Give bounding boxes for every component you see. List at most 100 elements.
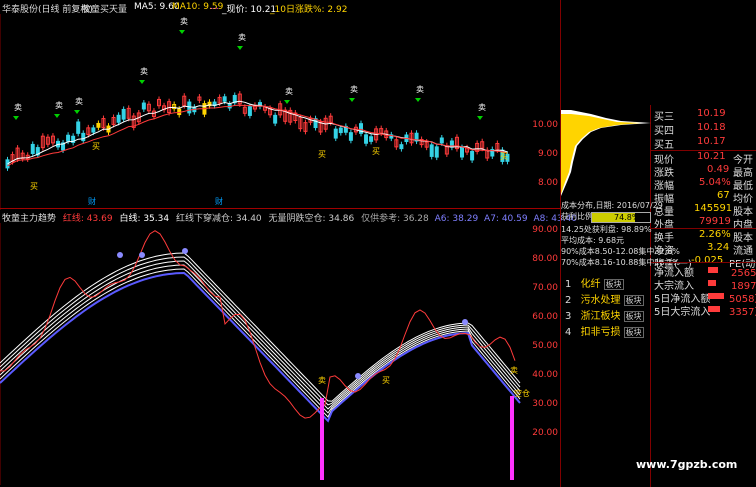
sell-marker: 卖	[285, 87, 293, 96]
value-tick: 40.00	[532, 370, 558, 380]
candle-body	[81, 132, 86, 142]
value-tick: 60.00	[532, 312, 558, 322]
flow-row: 净流入额2565万	[654, 267, 756, 279]
flow-row: 5日大宗流入3357万	[654, 306, 756, 318]
main-price-axis: 10.00 9.00 8.00	[520, 14, 560, 210]
down-arrow	[415, 98, 421, 102]
watermark: www.7gpzb.com	[636, 458, 738, 471]
value-tick: 50.00	[532, 341, 558, 351]
sell-marker: 卖	[14, 103, 22, 112]
signal-bar	[510, 396, 514, 480]
chip-profit-row: 获利比例: 74.8%	[561, 211, 651, 223]
red-line	[0, 230, 516, 419]
sector-item[interactable]: 2 污水处理 板块	[565, 291, 644, 306]
sector-item[interactable]: 3 浙江板块 板块	[565, 307, 644, 322]
sell-marker: 卖	[140, 67, 148, 76]
profit-value: 74.8%	[614, 213, 640, 222]
sell-marker: 卖	[510, 366, 518, 375]
candle-body	[247, 106, 252, 116]
candle-body	[333, 128, 338, 139]
value-tick: 70.00	[532, 283, 558, 293]
candle-body	[429, 144, 434, 157]
price-tick: 8.00	[537, 178, 558, 188]
down-arrow	[139, 80, 145, 84]
chip-distribution-chart	[561, 110, 651, 196]
value-tick: 80.00	[532, 254, 558, 264]
chip-title: 成本分布,日期: 2016/07/29	[561, 201, 663, 210]
candle-body	[30, 143, 35, 154]
candle-body	[141, 102, 146, 110]
down-arrow	[74, 110, 80, 114]
candle-body	[460, 147, 464, 158]
sell-marker: 卖	[180, 17, 188, 26]
candle-body	[348, 132, 353, 141]
down-arrow	[13, 116, 19, 120]
trend-indicator-chart[interactable]: 卖买卖空仓	[0, 223, 560, 485]
quote-row: 净资 3.24 流通	[654, 242, 753, 257]
candle-body	[187, 101, 192, 114]
sell-marker: 卖	[478, 103, 486, 112]
ma-extra: ...	[210, 2, 219, 12]
flow-separator	[651, 262, 756, 263]
down-arrow	[477, 116, 483, 120]
ask-row[interactable]: 买五 10.17	[651, 136, 756, 151]
buy-marker: 买	[382, 376, 390, 385]
sub-value-axis: 90.00 80.00 70.00 60.00 50.00 40.00 30.0…	[520, 223, 560, 485]
money-flow-panel: 净流入额2565万 大宗流入1897万 5日净流入额5058万 5日大宗流入33…	[651, 264, 756, 324]
quote-row: 换手 2.26% 股本	[654, 229, 753, 244]
down-arrow	[284, 100, 290, 104]
finance-marker: 财	[215, 196, 223, 206]
sell-marker: 卖	[55, 101, 63, 110]
panel-divider	[0, 208, 560, 209]
value-tick: 20.00	[532, 428, 558, 438]
down-arrow	[349, 98, 355, 102]
candle-body	[338, 127, 343, 134]
chip-line-2: 平均成本: 9.68元	[561, 236, 625, 245]
profit-bar: 74.8%	[591, 212, 651, 223]
sub-header: 牧童主力趋势 红线: 43.69 白线: 35.34 红线下穿减仓: 34.40…	[2, 211, 577, 224]
candle-body	[399, 144, 404, 150]
cross-dot	[139, 252, 145, 258]
down-arrow	[237, 46, 243, 50]
flow-bar	[708, 280, 716, 286]
value-tick: 90.00	[532, 225, 558, 235]
quote-row: 振幅 67 均价	[654, 190, 753, 205]
sell-marker: 卖	[318, 376, 326, 385]
candle-body	[76, 121, 81, 134]
chip-line-1: 14.25处获利盘: 98.89%	[561, 225, 652, 234]
buy-marker: 买	[500, 152, 508, 161]
flow-bar	[708, 293, 724, 299]
sector-list: 1 化纤 板块 2 污水处理 板块 3 浙江板块 板块 4 扣非亏损 板块	[561, 275, 651, 345]
sell-marker: 卖	[350, 85, 358, 94]
flow-bar	[708, 267, 718, 273]
signal-bar	[320, 398, 324, 480]
quote-row: 涨跌 0.49 最高	[654, 164, 753, 179]
buy-marker: 买	[30, 182, 38, 191]
price-tick: 10.00	[532, 120, 558, 130]
buy-marker: 买	[318, 150, 326, 159]
ask-row[interactable]: 买四 10.18	[651, 122, 756, 137]
chart-header: 华泰股份(日线 前复权) 牧童买天量 MA5: 9.60 MA10: 9.59 …	[0, 0, 560, 15]
flow-row: 5日净流入额5058万	[654, 293, 756, 305]
candle-body	[91, 127, 96, 133]
down-arrow	[54, 114, 60, 118]
quote-row: 总量 145591 股本	[654, 203, 753, 218]
quote-row: 涨幅 5.04% 最低	[654, 177, 753, 192]
cross-dot	[462, 319, 468, 325]
candle-body	[116, 114, 121, 123]
finance-marker: 财	[88, 196, 96, 206]
price-tick: 9.00	[537, 149, 558, 159]
candle-body	[121, 108, 126, 120]
cross-dot	[355, 373, 361, 379]
chip-profit-shape	[561, 114, 641, 194]
sector-item[interactable]: 1 化纤 板块	[565, 275, 624, 290]
sell-marker: 卖	[238, 33, 246, 42]
candle-body	[66, 134, 71, 142]
quote-row: 现价 10.21 今开	[654, 151, 753, 166]
cross-dot	[117, 252, 123, 258]
sector-item[interactable]: 4 扣非亏损 板块	[565, 323, 644, 338]
ask-row[interactable]: 买三 10.19	[651, 108, 756, 123]
trend-band-line	[0, 252, 521, 402]
candle-body	[470, 150, 475, 161]
candlestick-chart[interactable]: 卖卖卖卖卖卖卖卖卖卖买买买 买买财财	[0, 14, 560, 210]
